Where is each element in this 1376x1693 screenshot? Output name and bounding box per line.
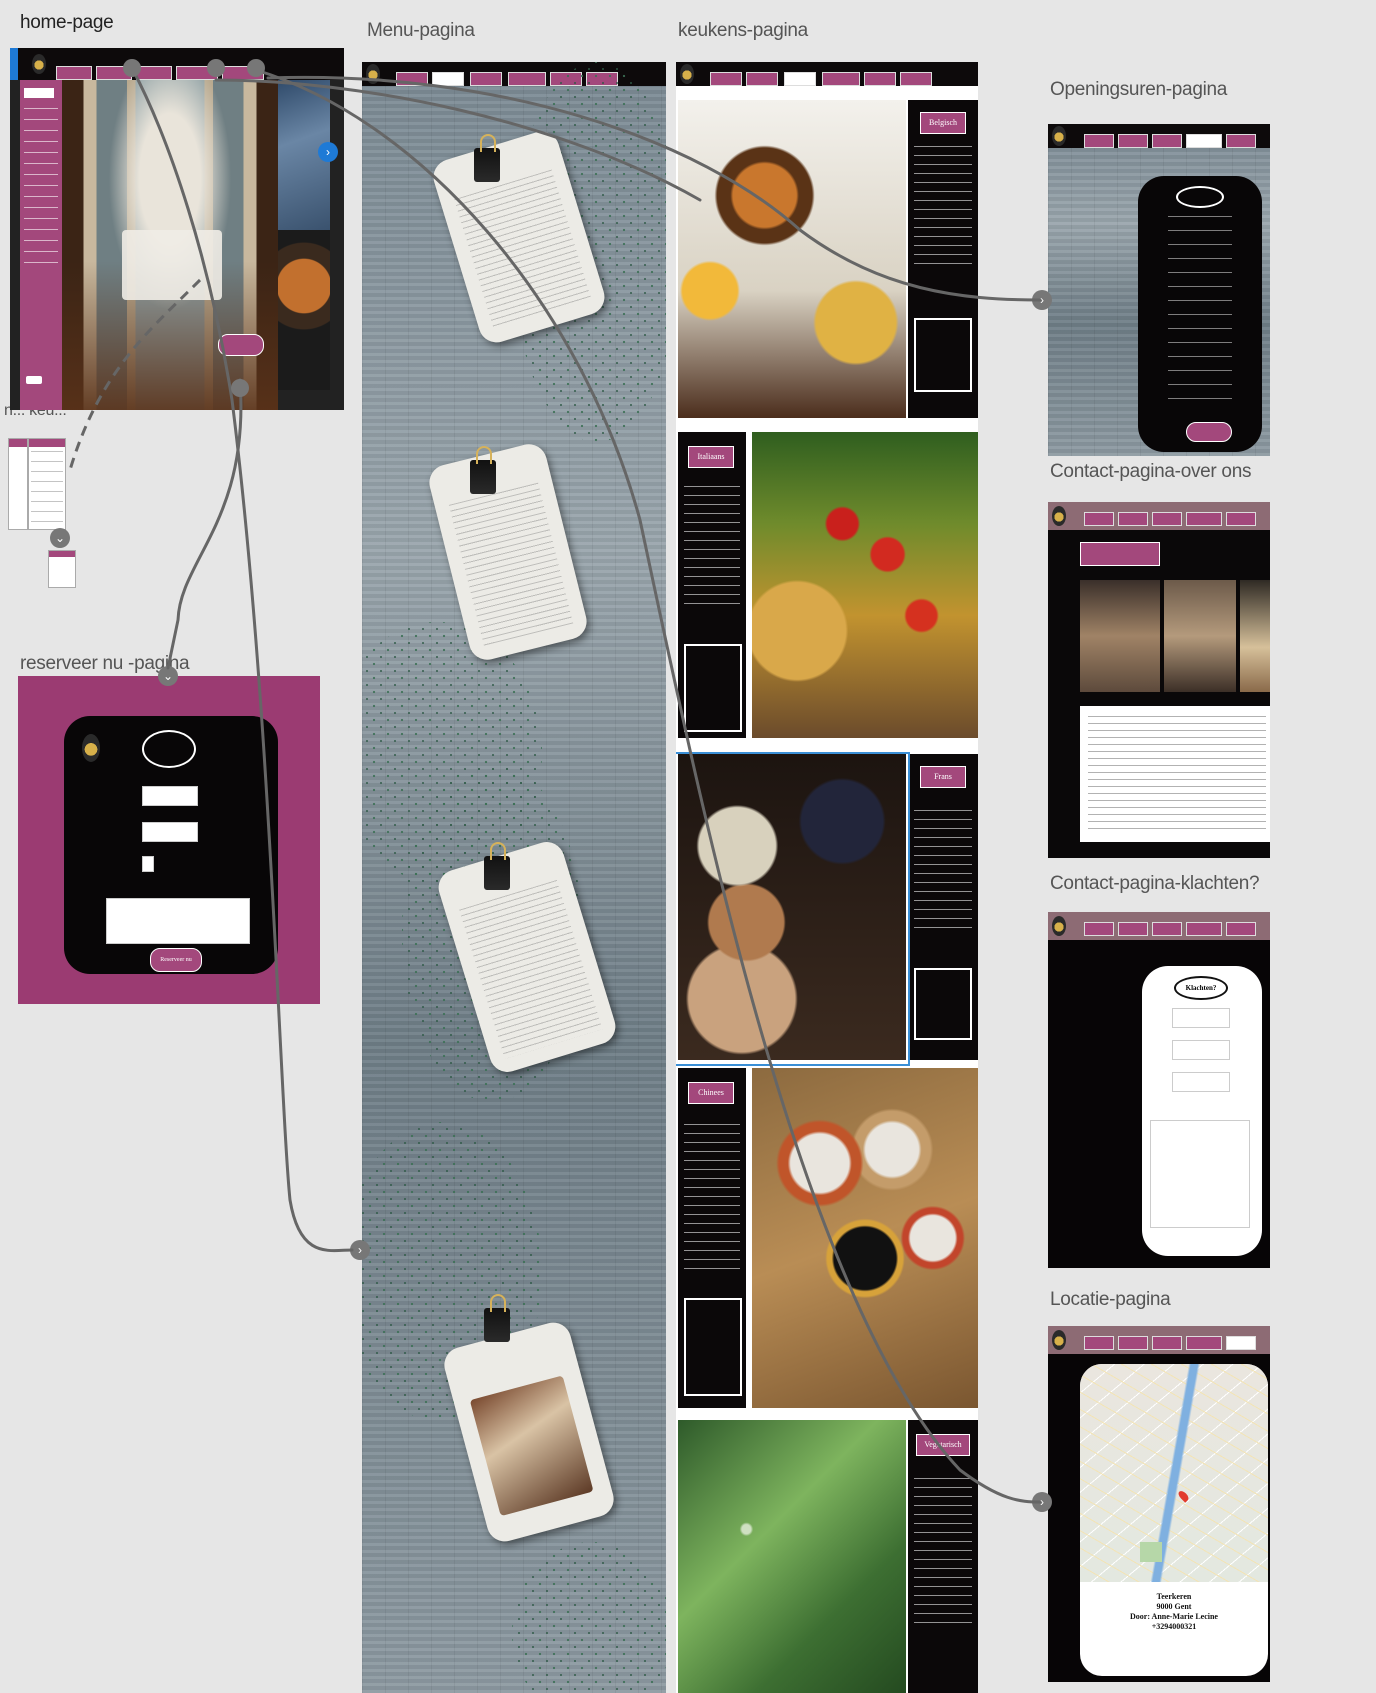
wire-to-menu bbox=[130, 66, 354, 1253]
connection-handle-icon bbox=[207, 59, 225, 77]
wire-to-reserveer bbox=[166, 378, 243, 670]
connection-handle-icon bbox=[231, 379, 249, 397]
wire-dashed bbox=[68, 278, 202, 471]
wire-to-locatie bbox=[254, 68, 1042, 1504]
prototype-connections bbox=[68, 59, 1042, 1504]
connection-handle-icon bbox=[247, 59, 265, 77]
connection-handle-icon bbox=[123, 59, 141, 77]
wire-to-openingsuren bbox=[266, 75, 1042, 302]
wire-to-keukens bbox=[214, 78, 702, 202]
